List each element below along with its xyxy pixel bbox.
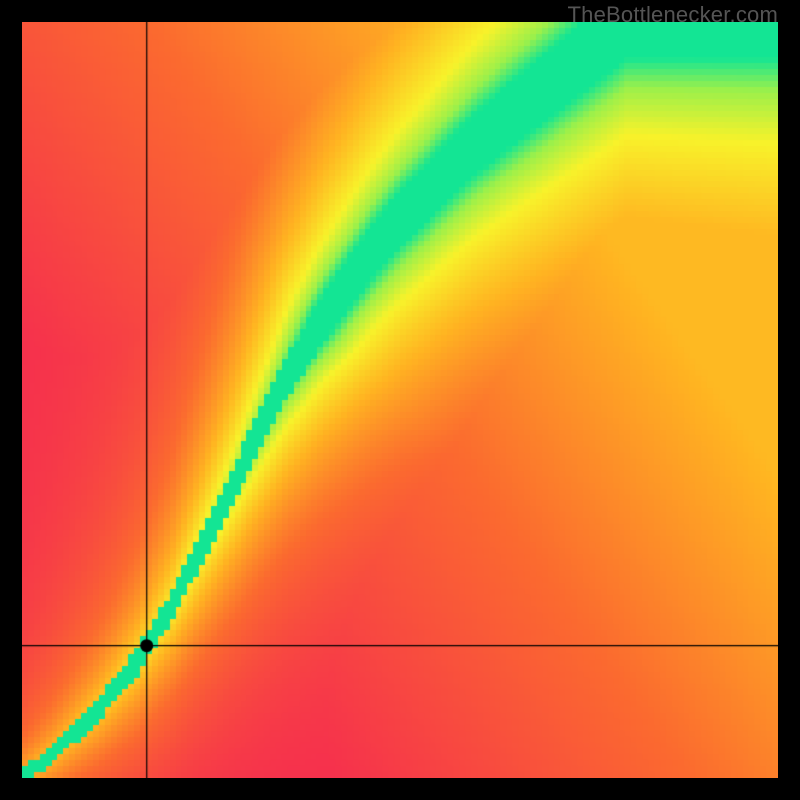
chart-container: TheBottlenecker.com [0, 0, 800, 800]
overlay-canvas [22, 22, 778, 778]
plot-area [22, 22, 778, 778]
watermark-text: TheBottlenecker.com [568, 2, 778, 28]
